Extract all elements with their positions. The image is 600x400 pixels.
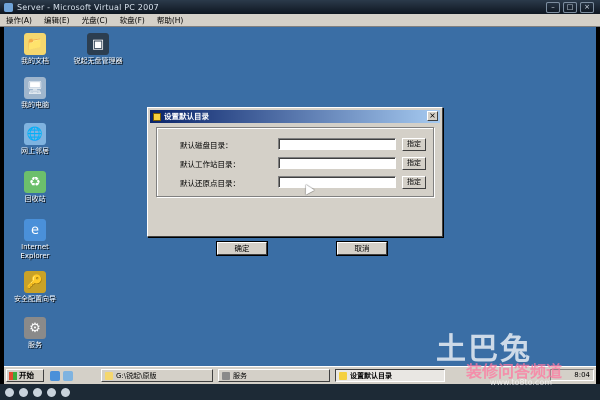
my-computer-icon: 🖥: [24, 77, 46, 99]
desktop-icon-my-computer[interactable]: 🖥 我的电脑: [8, 77, 62, 110]
input-default-workstation-dir[interactable]: [278, 157, 396, 169]
ie-quick-launch-icon[interactable]: [50, 370, 60, 381]
menu-floppy[interactable]: 软盘(F): [114, 15, 151, 26]
row-default-workstation-dir: 默认工作站目录： 指定: [157, 157, 433, 171]
my-documents-icon: 📁: [24, 33, 46, 55]
services-icon: ⚙: [24, 317, 46, 339]
security-wizard-icon: 🔑: [24, 271, 46, 293]
task-explorer-folder[interactable]: G:\锐起\原版: [101, 369, 213, 382]
menu-action[interactable]: 操作(A): [0, 15, 38, 26]
label-default-disk-dir: 默认磁盘目录：: [180, 141, 233, 150]
close-icon[interactable]: ×: [580, 2, 594, 13]
host-window-title: Server - Microsoft Virtual PC 2007: [17, 2, 159, 12]
menu-help[interactable]: 帮助(H): [151, 15, 190, 26]
task-label: G:\锐起\原版: [116, 371, 157, 380]
desktop-icon-label: 我的电脑: [21, 101, 49, 109]
dialog-fields-group: 默认磁盘目录： 指定 默认工作站目录： 指定 默认还原点目录： 指定: [156, 127, 434, 197]
dialog-title-bar[interactable]: 设置默认目录 ×: [150, 110, 440, 123]
status-folder-icon: [61, 387, 70, 397]
folder-icon: [105, 371, 113, 380]
taskbar: 开始 G:\锐起\原版 服务 设置默认目录 8:04: [4, 366, 596, 384]
start-label: 开始: [19, 371, 34, 380]
desktop-icon-my-documents[interactable]: 📁 我的文档: [8, 33, 62, 66]
virtual-pc-icon: [4, 2, 13, 12]
diskless-manager-icon: ▣: [87, 33, 109, 55]
status-floppy-icon: [33, 387, 42, 397]
menu-cd[interactable]: 光盘(C): [76, 15, 114, 26]
host-menu-bar: 操作(A) 编辑(E) 光盘(C) 软盘(F) 帮助(H): [0, 14, 600, 27]
browse-restore-dir-button[interactable]: 指定: [402, 176, 426, 189]
services-task-icon: [222, 371, 230, 380]
task-set-default-directory[interactable]: 设置默认目录: [335, 369, 445, 382]
status-network-icon: [47, 387, 56, 397]
dialog-close-icon[interactable]: ×: [427, 111, 438, 121]
browse-workstation-dir-button[interactable]: 指定: [402, 157, 426, 170]
label-default-workstation-dir: 默认工作站目录：: [180, 160, 240, 169]
network-icon: 🌐: [24, 123, 46, 145]
maximize-icon[interactable]: □: [563, 2, 577, 13]
label-default-restore-dir: 默认还原点目录：: [180, 179, 240, 188]
host-window-controls: – □ ×: [546, 2, 594, 13]
dialog-task-icon: [339, 371, 347, 380]
desktop-icon-label: 我的文档: [21, 57, 49, 65]
task-label: 设置默认目录: [350, 371, 392, 380]
desktop-icon-internet-explorer[interactable]: e Internet Explorer: [8, 219, 62, 261]
host-status-bar: [0, 384, 600, 400]
recycle-bin-icon: ♻: [24, 171, 46, 193]
desktop-icon-label: 服务: [28, 341, 42, 349]
desktop-icon-label: 锐起无盘管理器: [73, 57, 123, 65]
row-default-restore-dir: 默认还原点目录： 指定: [157, 176, 433, 190]
desktop-icon-label: 回收站: [24, 195, 46, 203]
ok-button[interactable]: 确定: [217, 242, 267, 255]
task-label: 服务: [233, 371, 247, 380]
browse-disk-dir-button[interactable]: 指定: [402, 138, 426, 151]
ie-icon: e: [24, 219, 46, 241]
desktop-icon-security-wizard[interactable]: 🔑 安全配置向导: [4, 271, 66, 304]
input-default-restore-dir[interactable]: [278, 176, 396, 188]
desktop-icon-recycle-bin[interactable]: ♻ 回收站: [8, 171, 62, 204]
input-default-disk-dir[interactable]: [278, 138, 396, 150]
desktop-icon-services[interactable]: ⚙ 服务: [8, 317, 62, 350]
show-desktop-icon[interactable]: [63, 370, 73, 381]
start-button[interactable]: 开始: [6, 369, 44, 382]
host-title-bar: Server - Microsoft Virtual PC 2007 – □ ×: [0, 0, 600, 14]
dialog-title: 设置默认目录: [164, 112, 209, 121]
minimize-icon[interactable]: –: [546, 2, 560, 13]
desktop-icon-label: 安全配置向导: [14, 295, 56, 303]
desktop-icon-network[interactable]: 🌐 网上邻居: [8, 123, 62, 156]
menu-edit[interactable]: 编辑(E): [38, 15, 76, 26]
quick-launch: [50, 370, 73, 381]
row-default-disk-dir: 默认磁盘目录： 指定: [157, 138, 433, 152]
system-tray-clock: 8:04: [550, 369, 594, 381]
desktop-icon-label: 网上邻居: [21, 147, 49, 155]
dialog-app-icon: [153, 112, 161, 121]
desktop-icon-label: Internet Explorer: [20, 243, 50, 260]
status-cd-icon: [19, 387, 28, 397]
windows-logo-icon: [9, 371, 17, 380]
status-disk-icon: [5, 387, 14, 397]
cancel-button[interactable]: 取消: [337, 242, 387, 255]
task-services[interactable]: 服务: [218, 369, 330, 382]
desktop-icon-diskless-manager[interactable]: ▣ 锐起无盘管理器: [66, 33, 130, 66]
set-default-directory-dialog: 设置默认目录 × 默认磁盘目录： 指定 默认工作站目录： 指定 默认还原点目录：…: [147, 107, 443, 237]
